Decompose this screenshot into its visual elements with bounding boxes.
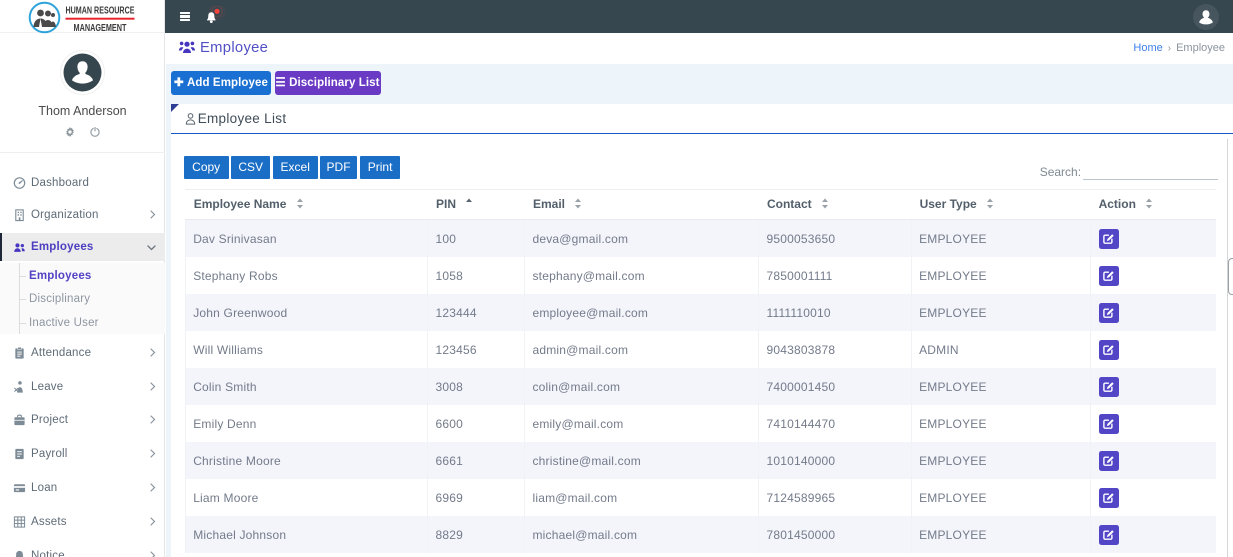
svg-text:HUMAN RESOURCE: HUMAN RESOURCE — [66, 4, 135, 16]
svg-text:MANAGEMENT: MANAGEMENT — [74, 22, 127, 33]
